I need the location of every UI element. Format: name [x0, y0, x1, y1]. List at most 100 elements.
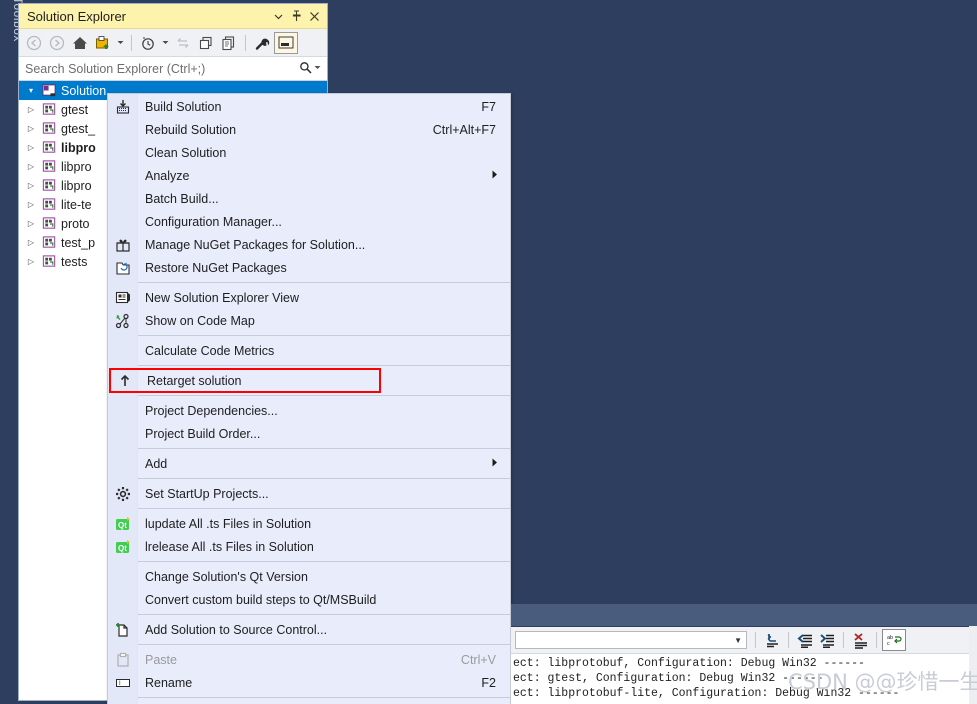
solution-icon	[39, 83, 59, 98]
menu-item-label: Rebuild Solution	[145, 122, 237, 137]
menu-separator	[138, 508, 510, 509]
output-line: ect: gtest, Configuration: Debug Win32 -…	[513, 672, 824, 685]
menu-item-convert-custom-build-steps-to-qt-msbuild[interactable]: Convert custom build steps to Qt/MSBuild	[108, 588, 510, 611]
menu-item-icon-empty	[108, 422, 137, 445]
toolbox-tab[interactable]: Toolbox	[0, 0, 25, 704]
menu-item-lupdate-all-ts-files-in-solution[interactable]: Qt lupdate All .ts Files in Solution	[108, 512, 510, 535]
nuget-icon	[108, 233, 137, 256]
menu-item-icon-empty	[108, 565, 137, 588]
search-dropdown-icon[interactable]	[314, 64, 321, 73]
menu-item-rename[interactable]: I Rename F2	[108, 671, 510, 694]
output-vertical-scrollbar[interactable]	[969, 626, 977, 704]
chevron-down-icon[interactable]	[269, 6, 287, 26]
rename-icon: I	[108, 671, 137, 694]
menu-item-calculate-code-metrics[interactable]: Calculate Code Metrics	[108, 339, 510, 362]
forward-icon[interactable]	[46, 32, 68, 54]
menu-item-add-solution-to-source-control[interactable]: Add Solution to Source Control...	[108, 618, 510, 641]
home-icon[interactable]	[69, 32, 91, 54]
menu-item-label: Convert custom build steps to Qt/MSBuild	[145, 592, 377, 607]
expander-icon[interactable]: ▷	[23, 143, 39, 152]
menu-item-new-solution-explorer-view[interactable]: New Solution Explorer View	[108, 286, 510, 309]
menu-item-change-solution-s-qt-version[interactable]: Change Solution's Qt Version	[108, 565, 510, 588]
menu-item-configuration-manager[interactable]: Configuration Manager...	[108, 210, 510, 233]
toolbar-separator	[245, 34, 246, 51]
expander-icon[interactable]: ▷	[23, 219, 39, 228]
project-icon	[39, 254, 59, 269]
expander-icon[interactable]: ▷	[23, 257, 39, 266]
pending-changes-icon[interactable]	[137, 32, 159, 54]
menu-item-project-build-order[interactable]: Project Build Order...	[108, 422, 510, 445]
menu-item-icon-empty	[108, 399, 137, 422]
previous-message-icon[interactable]	[794, 629, 816, 651]
output-source-combo[interactable]: ▼	[515, 631, 747, 649]
menu-separator	[138, 335, 510, 336]
close-icon[interactable]	[305, 6, 323, 26]
new-solution-explorer-view-icon[interactable]	[92, 32, 114, 54]
pending-changes-dropdown-icon[interactable]	[160, 32, 171, 54]
next-message-icon[interactable]	[816, 629, 838, 651]
menu-item-icon-empty	[108, 118, 137, 141]
menu-item-shortcut: Ctrl+Alt+F7	[432, 122, 496, 137]
tree-item-label: libpro	[61, 140, 96, 155]
output-pane: ▼ ab c ect: libprotobuf, Configuration: D…	[511, 604, 977, 704]
expander-icon[interactable]: ▷	[23, 105, 39, 114]
code-map-icon	[108, 309, 137, 332]
output-text[interactable]: ect: libprotobuf, Configuration: Debug W…	[511, 654, 977, 701]
menu-separator	[138, 365, 510, 366]
menu-item-label: Build Solution	[145, 99, 222, 114]
output-line: ect: libprotobuf, Configuration: Debug W…	[513, 657, 865, 670]
expander-icon[interactable]: ▷	[23, 238, 39, 247]
expander-icon[interactable]: ▷	[23, 200, 39, 209]
menu-separator	[138, 395, 510, 396]
expander-icon[interactable]: ▷	[23, 181, 39, 190]
project-icon	[39, 121, 59, 136]
gear-icon	[108, 482, 137, 505]
combo-caret-icon: ▼	[734, 635, 742, 645]
sync-with-active-document-icon[interactable]	[172, 32, 194, 54]
properties-wrench-icon[interactable]	[251, 32, 273, 54]
menu-item-label: Add Solution to Source Control...	[145, 622, 328, 637]
solution-explorer-toolbar	[19, 29, 327, 57]
menu-item-label: Retarget solution	[147, 373, 242, 388]
menu-item-analyze[interactable]: Analyze	[108, 164, 510, 187]
back-icon[interactable]	[23, 32, 45, 54]
new-view-dropdown-icon[interactable]	[115, 32, 126, 54]
menu-item-shortcut: Ctrl+V	[460, 652, 496, 667]
menu-item-set-startup-projects[interactable]: Set StartUp Projects...	[108, 482, 510, 505]
toggle-word-wrap-icon[interactable]: ab c	[882, 629, 906, 651]
toolbar-separator	[843, 632, 844, 648]
expander-icon[interactable]: ▾	[23, 86, 39, 95]
menu-item-label: Change Solution's Qt Version	[145, 569, 308, 584]
expander-icon[interactable]: ▷	[23, 162, 39, 171]
menu-item-lrelease-all-ts-files-in-solution[interactable]: Qt lrelease All .ts Files in Solution	[108, 535, 510, 558]
go-to-message-icon[interactable]	[761, 629, 783, 651]
toolbar-separator	[755, 632, 756, 648]
menu-item-build-solution[interactable]: Build Solution F7	[108, 95, 510, 118]
clear-all-icon[interactable]	[849, 629, 871, 651]
menu-item-icon-empty	[108, 187, 137, 210]
search-icon[interactable]	[299, 61, 312, 77]
menu-item-project-dependencies[interactable]: Project Dependencies...	[108, 399, 510, 422]
output-pane-toolbar: ▼ ab c	[511, 627, 977, 654]
menu-separator	[138, 614, 510, 615]
show-all-files-icon[interactable]	[218, 32, 240, 54]
menu-item-batch-build[interactable]: Batch Build...	[108, 187, 510, 210]
toolbar-separator	[876, 632, 877, 648]
tree-item-label: test_p	[61, 235, 96, 250]
expander-icon[interactable]: ▷	[23, 124, 39, 133]
menu-item-add[interactable]: Add	[108, 452, 510, 475]
pin-icon[interactable]	[287, 6, 305, 26]
new-view-icon	[108, 286, 137, 309]
menu-item-rebuild-solution[interactable]: Rebuild Solution Ctrl+Alt+F7	[108, 118, 510, 141]
search-solution-explorer-input[interactable]: Search Solution Explorer (Ctrl+;)	[19, 57, 327, 81]
menu-item-retarget-solution[interactable]: Retarget solution	[109, 368, 381, 393]
menu-item-restore-nuget-packages[interactable]: Restore NuGet Packages	[108, 256, 510, 279]
preview-selected-items-icon[interactable]	[274, 31, 298, 54]
menu-item-manage-nuget-packages-for-solution[interactable]: Manage NuGet Packages for Solution...	[108, 233, 510, 256]
menu-item-clean-solution[interactable]: Clean Solution	[108, 141, 510, 164]
project-icon	[39, 140, 59, 155]
menu-item-show-on-code-map[interactable]: Show on Code Map	[108, 309, 510, 332]
collapse-all-icon[interactable]	[195, 32, 217, 54]
svg-text:Qt: Qt	[118, 521, 127, 530]
retarget-highlight: Retarget solution	[108, 368, 510, 393]
